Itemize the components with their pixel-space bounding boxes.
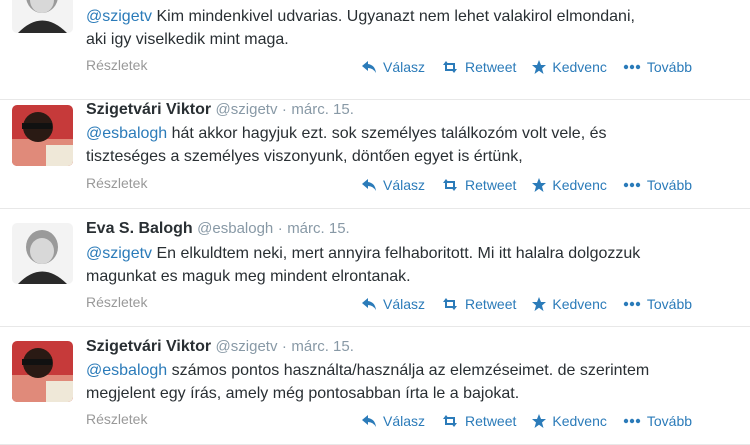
reply-icon [362, 298, 376, 310]
author-handle[interactable]: @szigetv [216, 101, 278, 118]
tweet-text: @esbalogh számos pontos használta/haszná… [86, 362, 650, 402]
tweet-header: Eva S. Balogh @esbalogh · márc. 15. [86, 220, 350, 238]
star-icon [532, 297, 547, 311]
more-dots-icon [623, 182, 641, 188]
retweet-icon [443, 179, 458, 191]
tweet-text: @szigetv Kim mindenkivel udvarias. Ugyan… [86, 8, 635, 48]
tweet-actions: Válasz Retweet Kedvenc Tovább [362, 57, 708, 77]
mention-link[interactable]: @esbalogh [86, 125, 167, 142]
retweet-button[interactable]: Retweet [441, 59, 516, 75]
tweet-item: Eva S. Balogh @esbalogh · márc. 15. @szi… [0, 209, 750, 327]
favorite-button[interactable]: Kedvenc [532, 413, 607, 429]
mention-link[interactable]: @szigetv [86, 8, 152, 25]
more-dots-icon [623, 301, 641, 307]
separator-dot: · [281, 338, 287, 355]
details-link[interactable]: Részletek [86, 175, 147, 191]
author-name[interactable]: Szigetvári Viktor [86, 101, 211, 118]
star-icon [532, 178, 547, 192]
favorite-button[interactable]: Kedvenc [532, 177, 607, 193]
avatar-eva-balogh[interactable] [12, 0, 73, 33]
avatar-eva-balogh[interactable] [12, 223, 73, 284]
favorite-button[interactable]: Kedvenc [532, 296, 607, 312]
tweet-timestamp[interactable]: márc. 15. [287, 220, 350, 237]
more-button[interactable]: Tovább [623, 59, 692, 75]
more-button[interactable]: Tovább [623, 177, 692, 193]
tweet-item: @szigetv Kim mindenkivel udvarias. Ugyan… [0, 0, 750, 100]
favorite-button[interactable]: Kedvenc [532, 59, 607, 75]
tweet-text: @esbalogh hát akkor hagyjuk ezt. sok sze… [86, 125, 607, 165]
author-name[interactable]: Szigetvári Viktor [86, 338, 211, 355]
reply-button[interactable]: Válasz [362, 177, 425, 193]
separator-dot: · [277, 220, 283, 237]
more-dots-icon [623, 64, 641, 70]
more-button[interactable]: Tovább [623, 413, 692, 429]
mention-link[interactable]: @esbalogh [86, 362, 167, 379]
tweet-actions: Válasz Retweet Kedvenc Tovább [362, 175, 708, 195]
retweet-icon [443, 61, 458, 73]
retweet-icon [443, 298, 458, 310]
reply-button[interactable]: Válasz [362, 413, 425, 429]
tweet-actions: Válasz Retweet Kedvenc Tovább [362, 411, 708, 431]
reply-icon [362, 415, 376, 427]
tweet-timestamp[interactable]: márc. 15. [291, 101, 354, 118]
retweet-button[interactable]: Retweet [441, 177, 516, 193]
separator-dot: · [281, 101, 287, 118]
tweet-timestamp[interactable]: márc. 15. [291, 338, 354, 355]
tweet-header: Szigetvári Viktor @szigetv · márc. 15. [86, 101, 354, 119]
star-icon [532, 414, 547, 428]
author-name[interactable]: Eva S. Balogh [86, 220, 193, 237]
details-link[interactable]: Részletek [86, 57, 147, 73]
more-dots-icon [623, 418, 641, 424]
author-handle[interactable]: @esbalogh [197, 220, 273, 237]
avatar-szigetvari-viktor[interactable] [12, 105, 73, 166]
more-button[interactable]: Tovább [623, 296, 692, 312]
retweet-button[interactable]: Retweet [441, 296, 516, 312]
avatar-szigetvari-viktor[interactable] [12, 341, 73, 402]
tweet-text: @szigetv En elkuldtem neki, mert annyira… [86, 245, 641, 285]
tweet-actions: Válasz Retweet Kedvenc Tovább [362, 294, 708, 314]
retweet-button[interactable]: Retweet [441, 413, 516, 429]
tweet-item: Szigetvári Viktor @szigetv · márc. 15. @… [0, 91, 750, 209]
star-icon [532, 60, 547, 74]
reply-button[interactable]: Válasz [362, 296, 425, 312]
author-handle[interactable]: @szigetv [216, 338, 278, 355]
reply-icon [362, 61, 376, 73]
details-link[interactable]: Részletek [86, 411, 147, 427]
tweet-header: Szigetvári Viktor @szigetv · márc. 15. [86, 338, 354, 356]
mention-link[interactable]: @szigetv [86, 245, 152, 262]
details-link[interactable]: Részletek [86, 294, 147, 310]
tweet-item: Szigetvári Viktor @szigetv · márc. 15. @… [0, 327, 750, 445]
reply-button[interactable]: Válasz [362, 59, 425, 75]
retweet-icon [443, 415, 458, 427]
reply-icon [362, 179, 376, 191]
